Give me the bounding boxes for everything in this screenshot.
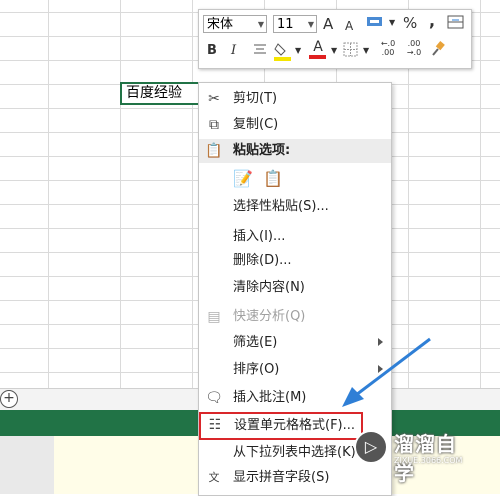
merge-cells-icon — [447, 15, 464, 29]
fill-bucket-icon — [274, 43, 291, 61]
menu-item-paste-special[interactable]: 选择性粘贴(S)... — [199, 195, 391, 219]
grow-font-button[interactable]: A — [323, 15, 333, 33]
increase-decimal-button[interactable]: ←.0 .00 — [377, 39, 399, 57]
paste-icon[interactable]: 📝 — [233, 169, 253, 189]
play-icon: ▷ — [354, 430, 388, 464]
font-name-value: 宋体 — [207, 17, 234, 32]
chevron-down-icon: ▼ — [331, 46, 338, 55]
menu-item-copy[interactable]: ⧉ 复制(C) — [199, 113, 391, 137]
chevron-down-icon: ▼ — [257, 20, 264, 29]
format-cells-icon: ☷ — [208, 417, 222, 433]
font-name-dropdown[interactable]: 宋体 ▼ — [203, 15, 267, 33]
menu-item-delete[interactable]: 删除(D)... — [199, 249, 391, 273]
watermark-logo: ▷ 溜溜自学 ZIXUE.3066.COM — [354, 428, 474, 485]
align-center-button[interactable] — [253, 42, 267, 62]
paste-options-row: 📝 📋 — [233, 169, 293, 193]
menu-item-cut[interactable]: ✂ 剪切(T) — [199, 87, 391, 111]
format-painter-grid-button[interactable] — [447, 14, 465, 30]
accounting-format-button[interactable] — [365, 14, 385, 30]
clipboard-icon: 📋 — [205, 143, 223, 159]
paste-values-icon[interactable]: 📋 — [263, 169, 283, 189]
comment-icon: 🗨 — [205, 390, 223, 406]
percent-style-button[interactable]: % — [403, 14, 417, 32]
align-center-icon — [254, 44, 266, 54]
borders-icon — [343, 42, 358, 57]
bold-button[interactable]: B — [207, 42, 217, 60]
shrink-font-button[interactable]: A — [345, 17, 353, 35]
annotation-arrow-icon — [342, 337, 431, 407]
comma-style-button[interactable]: , — [429, 12, 435, 30]
mini-toolbar: 宋体 ▼ 11 ▼ A A ▼ % , B I ▼ A ▼ ▼ ←.0 .00 … — [198, 9, 472, 69]
add-sheet-button[interactable]: + — [0, 390, 18, 408]
quick-analysis-icon: ▤ — [207, 309, 221, 325]
copy-icon: ⧉ — [209, 117, 219, 133]
format-painter-button[interactable] — [429, 40, 447, 64]
font-color-button[interactable]: A — [309, 39, 327, 61]
chevron-down-icon: ▼ — [307, 20, 314, 29]
borders-button[interactable] — [343, 42, 359, 64]
currency-icon — [367, 17, 382, 26]
font-size-value: 11 — [277, 17, 294, 32]
paintbrush-icon — [432, 41, 445, 56]
chevron-down-icon: ▼ — [363, 46, 370, 55]
decrease-decimal-button[interactable]: .00 →.0 — [403, 39, 425, 57]
font-color-swatch — [309, 55, 326, 59]
menu-item-insert[interactable]: 插入(I)... — [199, 225, 391, 249]
chevron-down-icon: ▼ — [295, 46, 302, 55]
chevron-down-icon: ▼ — [389, 18, 396, 27]
menu-item-clear-contents[interactable]: 清除内容(N) — [199, 276, 391, 300]
pinyin-icon: 文 — [208, 471, 220, 484]
fill-color-button[interactable] — [273, 40, 293, 62]
menu-item-quick-analysis: ▤ 快速分析(Q) — [199, 305, 391, 329]
scissors-icon: ✂ — [208, 91, 220, 107]
selected-cell[interactable]: 百度经验 — [120, 82, 200, 105]
menu-header-paste-options: 📋 粘贴选项: — [199, 139, 391, 163]
font-size-dropdown[interactable]: 11 ▼ — [273, 15, 317, 33]
menu-item-format-cells[interactable]: ☷ 设置单元格格式(F)... — [199, 412, 363, 440]
italic-button[interactable]: I — [231, 42, 236, 60]
